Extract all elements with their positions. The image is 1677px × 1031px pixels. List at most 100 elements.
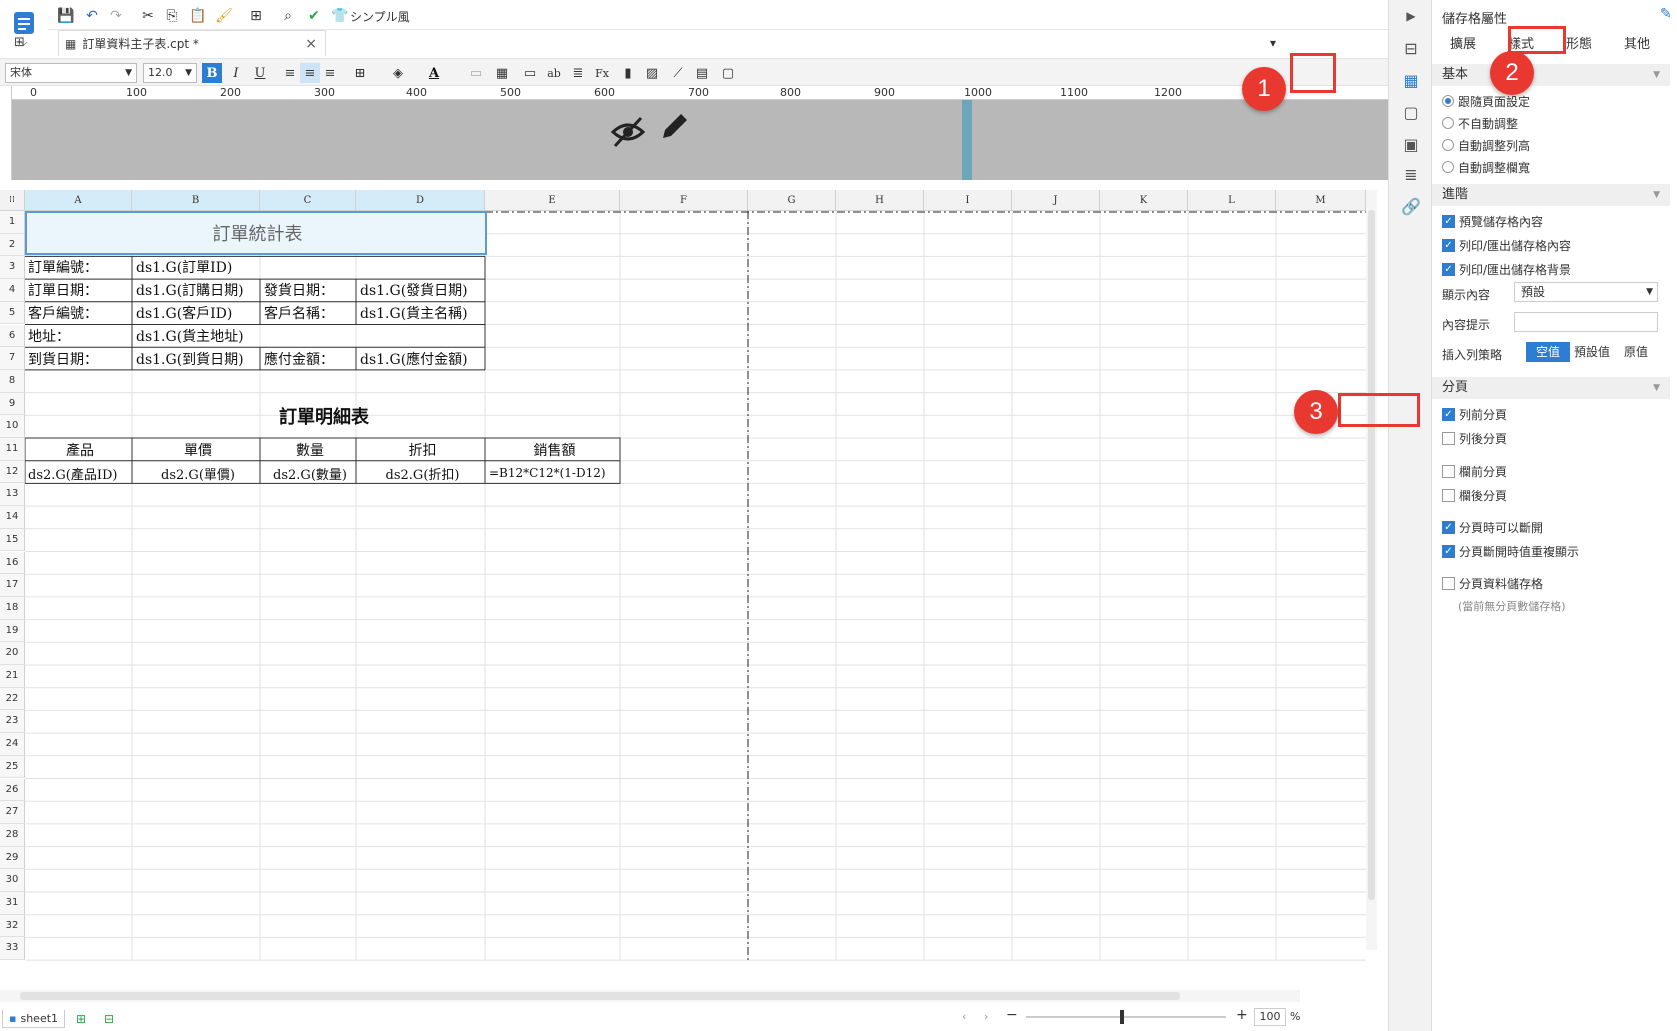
section-paging[interactable]: 分頁 ▼ [1432,377,1670,399]
page-header-area[interactable] [12,100,1388,180]
scroll-thumb[interactable] [1368,210,1375,900]
insert-default-button[interactable]: 預設值 [1570,342,1614,362]
cell-label[interactable]: 客戶名稱： [261,302,356,324]
italic-button[interactable]: I [226,63,246,83]
cell-data[interactable]: ds2.G(折扣) [357,462,485,484]
row-header[interactable]: 3 [0,256,25,280]
radio-follow-page[interactable]: 跟隨頁面設定 [1442,92,1530,110]
row-header[interactable]: 7 [0,347,25,370]
check-print-bg[interactable]: ✓ 列印/匯出儲存格背景 [1442,260,1571,278]
horizontal-scrollbar[interactable] [0,990,1300,1002]
cell-data[interactable]: ds2.G(單價) [133,462,260,484]
column-header[interactable]: G [748,190,836,211]
frame-icon[interactable]: ▢ [718,63,738,83]
fill-color-icon[interactable]: ◈ [388,63,408,83]
row-header[interactable]: 8 [0,369,25,393]
check-print-content[interactable]: ✓ 列印/匯出儲存格內容 [1442,236,1571,254]
cut-icon[interactable]: ✂ [138,6,158,26]
row-header[interactable]: 1 [0,211,25,234]
link-icon[interactable]: 🔗 [1401,196,1421,216]
format-painter-icon[interactable]: 🖌 [214,6,234,26]
vertical-scrollbar[interactable] [1366,190,1377,950]
column-header[interactable]: D [356,190,485,211]
row-header[interactable]: 21 [0,665,25,688]
zoom-slider-thumb[interactable] [1120,1010,1124,1024]
row-header[interactable]: 25 [0,755,25,779]
tab-expand[interactable]: 擴展 [1434,32,1492,58]
zoom-slider[interactable] [1026,1010,1226,1024]
template-icon[interactable]: ⊞ [246,6,266,26]
cell-detail-title[interactable]: 訂單明細表 [25,394,620,438]
check-repeat-value[interactable]: ✓ 分頁斷開時值重複顯示 [1442,542,1579,560]
save-icon[interactable]: 💾 [56,6,76,26]
row-header[interactable]: 23 [0,710,25,734]
cell-value[interactable]: ds1.G(訂單ID) [133,256,485,278]
table-icon[interactable]: ▦ [492,63,512,83]
check-page-after-col[interactable]: 欄後分頁 [1442,486,1507,504]
row-header[interactable]: 5 [0,301,25,325]
hidden-eye-icon[interactable] [610,114,646,150]
cell-header[interactable]: 銷售額 [486,439,620,461]
preview-icon[interactable]: ⌕ [278,6,298,26]
row-header[interactable]: 14 [0,506,25,529]
cell-label[interactable]: 發貨日期： [261,279,356,301]
column-header[interactable]: H [836,190,924,211]
undo-icon[interactable]: ↶ [82,6,102,26]
cell-label[interactable]: 到貨日期： [25,348,132,370]
row-header[interactable]: 15 [0,528,25,552]
zoom-out-icon[interactable]: − [1006,1007,1018,1023]
border-icon[interactable]: ⊞ [350,63,370,83]
check-page-before-row[interactable]: ✓ 列前分頁 [1442,405,1507,423]
widget-icon[interactable]: ▣ [1401,134,1421,154]
check-page-data-cell[interactable]: 分頁資料儲存格 [1442,574,1543,592]
simple-style-label[interactable]: シンプル風 [350,8,410,25]
close-tab-icon[interactable]: × [305,36,317,52]
cell-value[interactable]: ds1.G(貨主名稱) [357,302,485,324]
row-header[interactable]: 32 [0,914,25,938]
text-icon[interactable]: ab [544,63,564,83]
condition-icon[interactable]: ≣ [1401,164,1421,184]
row-header[interactable]: 19 [0,619,25,643]
radio-auto-col[interactable]: 自動調整欄寬 [1442,158,1530,176]
select-all-corner[interactable]: ⁞⁞ [0,190,25,211]
sheet-tab[interactable]: ▪ sheet1 [2,1010,66,1028]
row-header[interactable]: 33 [0,937,25,961]
check-preview[interactable]: ✓ 預覽儲存格內容 [1442,212,1543,230]
row-header[interactable]: 30 [0,869,25,892]
spreadsheet-grid[interactable]: ⁞⁞ ABCDEFGHIJKLM 1 2 3 4 5 6 7 8 9 10 11 12 13 14 15 16… [0,190,1377,990]
paste-icon[interactable]: 📋 [188,6,208,26]
check-icon[interactable]: ✔ [304,6,324,26]
align-center-icon[interactable]: ≡ [300,63,320,83]
cell-value[interactable]: ds1.G(客戶ID) [133,302,260,324]
shirt-icon[interactable]: 👕 [330,6,350,26]
row-header[interactable]: 29 [0,846,25,870]
align-left-icon[interactable]: ≡ [280,63,300,83]
font-color-icon[interactable]: A [424,63,444,83]
column-header[interactable]: A [25,190,132,211]
cell-header[interactable]: 產品 [25,439,132,461]
cell-header[interactable]: 折扣 [357,439,485,461]
layout-icon[interactable]: ⊟ [1401,38,1421,58]
cell-data[interactable]: ds2.G(產品ID) [25,462,132,484]
copy-icon[interactable]: ⎘ [162,6,182,26]
section-basic[interactable]: 基本 ▼ [1432,64,1670,86]
subreport-icon[interactable]: ▤ [692,63,712,83]
zoom-in-icon[interactable]: + [1236,1007,1248,1023]
cell-value[interactable]: ds1.G(訂購日期) [133,279,260,301]
insert-cell-icon[interactable]: ▭ [520,63,540,83]
cell-header[interactable]: 單價 [133,439,260,461]
column-header[interactable]: F [620,190,748,211]
cell-value[interactable]: ds1.G(到貨日期) [133,348,260,370]
cell-header[interactable]: 數量 [261,439,356,461]
chevron-right-icon[interactable]: ▶ [1401,6,1421,26]
section-advanced[interactable]: 進階 ▼ [1432,184,1670,206]
row-header[interactable]: 11 [0,438,25,461]
grid-icon[interactable]: ⊞ [14,35,30,51]
row-header[interactable]: 13 [0,483,25,507]
check-page-before-col[interactable]: 欄前分頁 [1442,462,1507,480]
cell-attr-icon[interactable]: ▦ [1401,70,1421,90]
slash-icon[interactable]: ⟋ [668,63,688,83]
column-header[interactable]: C [260,190,356,211]
column-header[interactable]: E [485,190,620,211]
radio-auto-row[interactable]: 自動調整列高 [1442,136,1530,154]
